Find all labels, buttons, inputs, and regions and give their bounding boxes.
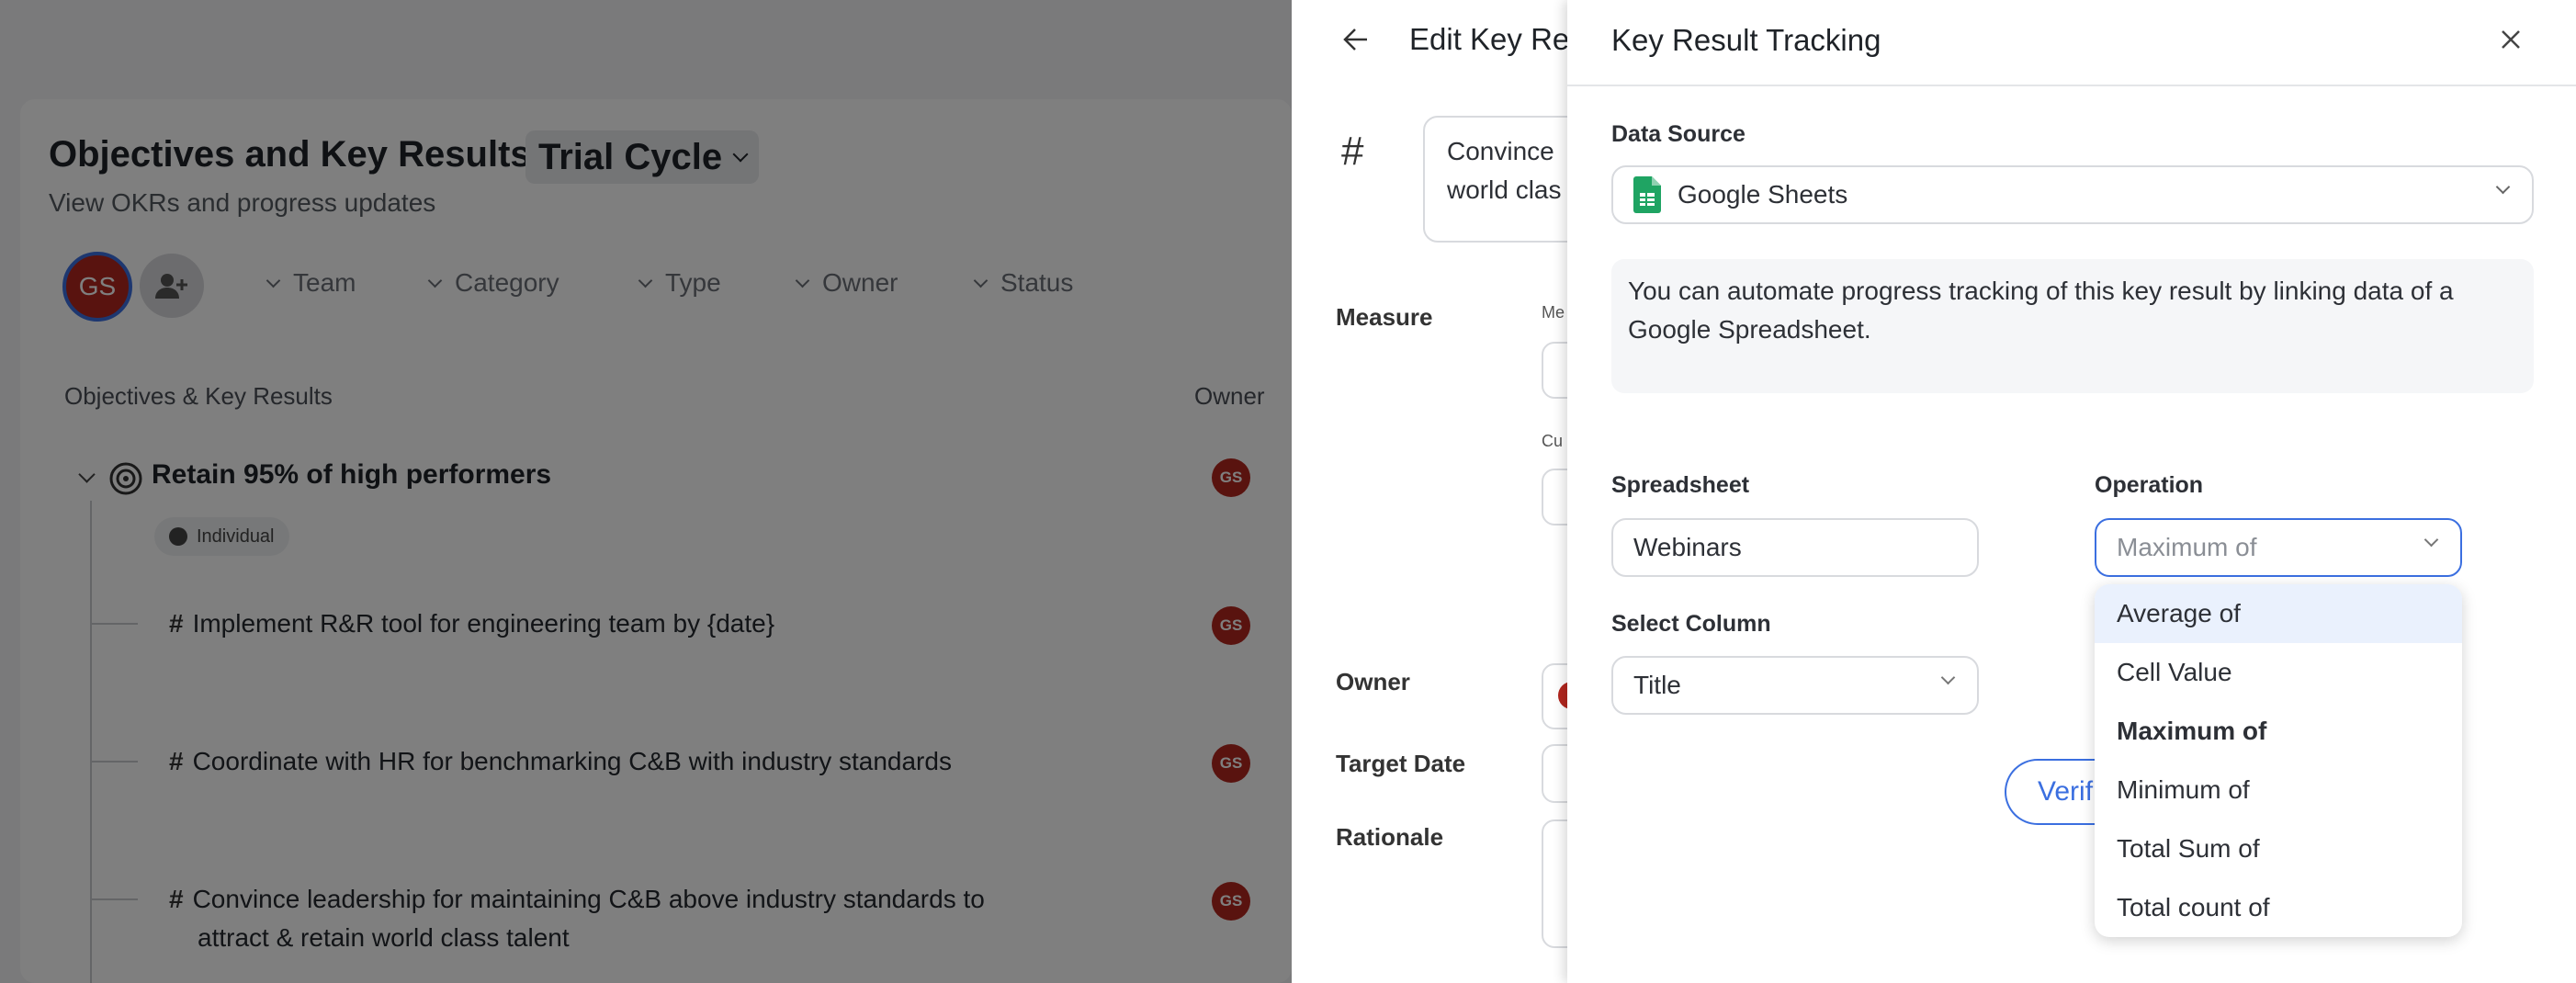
field-line: Convince [1447, 137, 1554, 165]
operation-placeholder: Maximum of [2117, 533, 2257, 561]
spreadsheet-value: Webinars [1633, 533, 1742, 561]
tracking-panel-title: Key Result Tracking [1611, 23, 1881, 57]
current-sub-label: Cu [1542, 432, 1564, 450]
info-text-line: You can automate progress tracking of th… [1628, 277, 2454, 305]
header-divider [1567, 85, 2576, 86]
verify-button-label: Verif [2038, 776, 2094, 807]
close-icon[interactable] [2501, 29, 2521, 50]
select-column-value: Title [1633, 671, 1681, 699]
owner-label: Owner [1336, 668, 1410, 695]
select-column-label: Select Column [1611, 611, 1771, 637]
rationale-field[interactable] [1542, 819, 1567, 948]
field-line: world clas [1447, 175, 1562, 204]
operation-dropdown: Average of Cell Value Maximum of Minimum… [2095, 584, 2462, 937]
info-box: You can automate progress tracking of th… [1611, 259, 2534, 393]
back-arrow-icon[interactable] [1343, 28, 1369, 51]
dropdown-option-maximum-of[interactable]: Maximum of [2095, 702, 2462, 761]
chevron-down-icon [2423, 532, 2439, 548]
target-date-field[interactable] [1542, 744, 1567, 803]
target-date-label: Target Date [1336, 750, 1466, 777]
operation-label: Operation [2095, 472, 2204, 498]
edit-panel-title: Edit Key Res [1409, 22, 1567, 56]
spreadsheet-label: Spreadsheet [1611, 472, 1750, 498]
edit-key-result-panel: Edit Key Res # Convince world clas Measu… [1292, 0, 1567, 983]
current-field[interactable] [1542, 469, 1567, 525]
rationale-label: Rationale [1336, 823, 1444, 851]
chevron-down-icon [1940, 670, 1956, 685]
dropdown-option-cell-value[interactable]: Cell Value [2095, 643, 2462, 702]
dropdown-option-minimum-of[interactable]: Minimum of [2095, 761, 2462, 819]
data-source-select[interactable]: Google Sheets [1611, 165, 2534, 224]
dropdown-option-total-count-of[interactable]: Total count of [2095, 878, 2462, 937]
measure-sub-label: Me [1542, 303, 1565, 322]
dropdown-option-average-of[interactable]: Average of [2095, 584, 2462, 643]
key-result-title-field[interactable]: Convince world clas [1423, 116, 1567, 243]
operation-select[interactable]: Maximum of [2095, 518, 2462, 577]
data-source-label: Data Source [1611, 121, 1746, 147]
measure-field[interactable] [1542, 342, 1567, 399]
hash-icon: # [1341, 129, 1364, 174]
info-text-line: Google Spreadsheet. [1628, 315, 1871, 344]
measure-label: Measure [1336, 303, 1433, 331]
data-source-value: Google Sheets [1678, 180, 1848, 209]
select-column-select[interactable]: Title [1611, 656, 1979, 715]
chevron-down-icon [2495, 179, 2511, 195]
spreadsheet-select[interactable]: Webinars [1611, 518, 1979, 577]
key-result-tracking-panel: Key Result Tracking Data Source Google S… [1567, 0, 2576, 983]
google-sheets-icon [1633, 176, 1661, 213]
dropdown-option-total-sum-of[interactable]: Total Sum of [2095, 819, 2462, 878]
